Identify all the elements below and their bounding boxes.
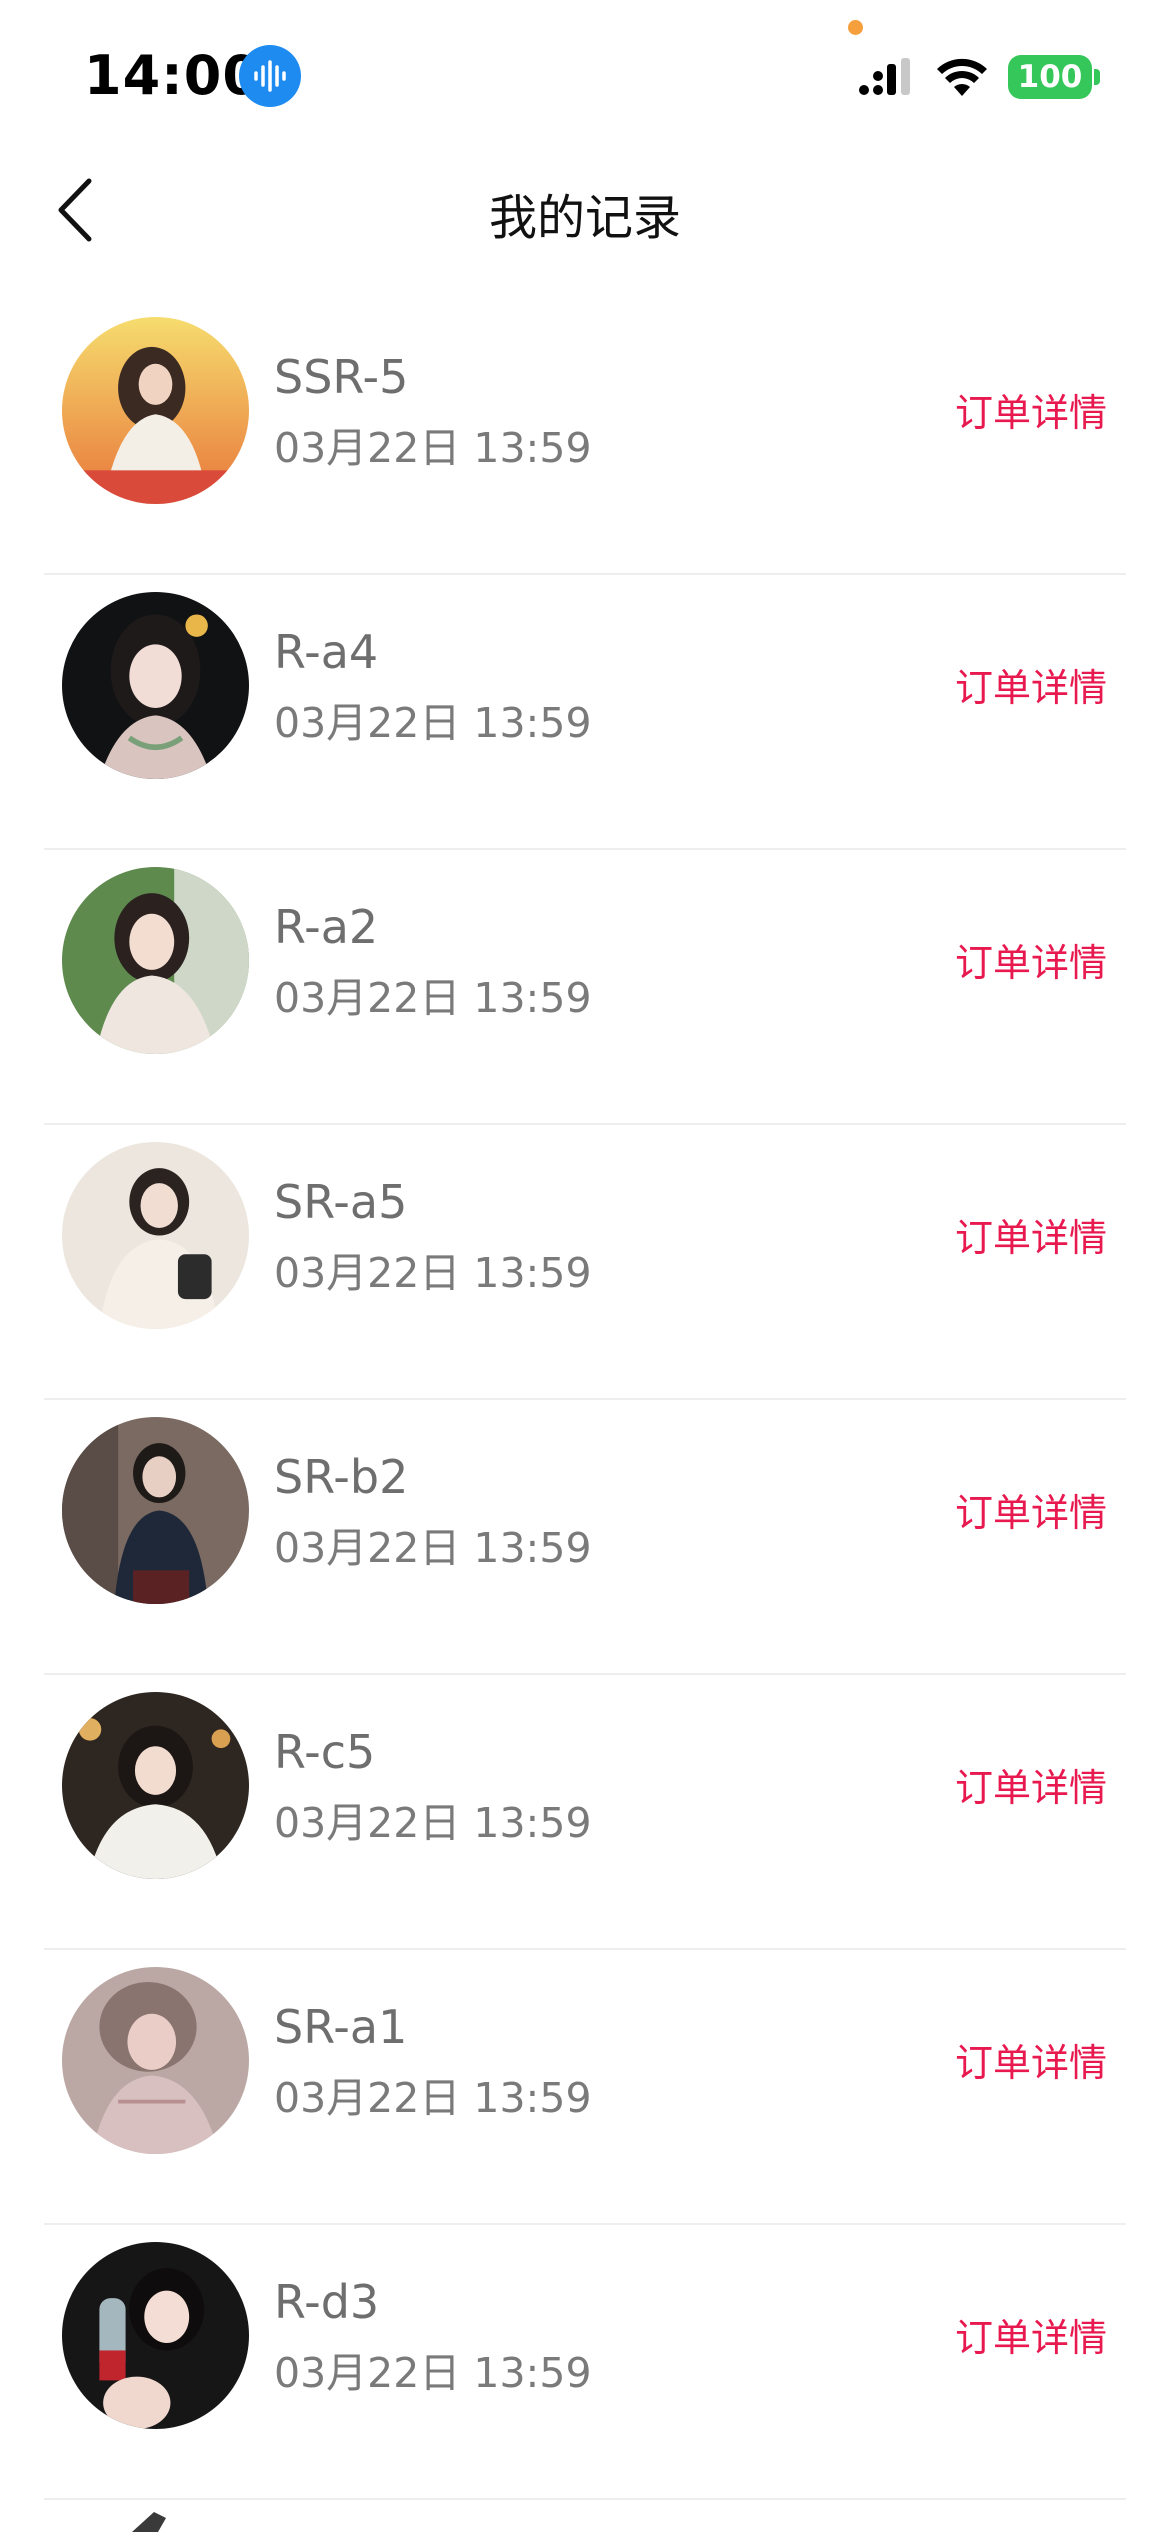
record-name: R-a4: [274, 625, 379, 679]
voice-assistant-icon: [239, 45, 301, 107]
avatar: [62, 2242, 249, 2429]
order-detail-link[interactable]: 订单详情: [955, 1207, 1107, 1262]
wifi-icon: [935, 56, 989, 98]
record-name: SR-a5: [274, 1175, 408, 1229]
avatar: [62, 1417, 249, 1604]
record-time: 03月22日 13:59: [274, 2074, 592, 2122]
avatar: [62, 1142, 249, 1329]
avatar: [62, 1967, 249, 2154]
nav-bar: 我的记录: [0, 150, 1170, 270]
list-item[interactable]: SR-a1 03月22日 13:59 订单详情: [0, 1950, 1170, 2225]
screen: 14:00 100 我的记录 SSR-5 03月22日 13:59 订单详情 R…: [0, 0, 1170, 2532]
record-time: 03月22日 13:59: [274, 424, 592, 472]
order-detail-link[interactable]: 订单详情: [955, 1482, 1107, 1537]
avatar: [62, 317, 249, 504]
order-detail-link[interactable]: 订单详情: [955, 657, 1107, 712]
divider: [44, 2498, 1126, 2500]
page-title: 我的记录: [488, 190, 681, 246]
privacy-indicator-dot: [848, 20, 863, 35]
record-name: SR-a1: [274, 2000, 408, 2054]
status-time: 14:00: [84, 44, 261, 107]
list-item[interactable]: R-d3 03月22日 13:59 订单详情: [0, 2225, 1170, 2500]
avatar: [62, 1692, 249, 1879]
signal-icon: [856, 58, 916, 98]
avatar: [62, 867, 249, 1054]
order-detail-link[interactable]: 订单详情: [955, 2307, 1107, 2362]
avatar: [62, 592, 249, 779]
battery-icon: 100: [1008, 55, 1092, 99]
record-time: 03月22日 13:59: [274, 699, 592, 747]
order-detail-link[interactable]: 订单详情: [955, 2032, 1107, 2087]
list-item[interactable]: SR-a5 03月22日 13:59 订单详情: [0, 1125, 1170, 1400]
record-name: SR-b2: [274, 1450, 409, 1504]
chevron-left-icon: [58, 178, 92, 242]
record-list: SSR-5 03月22日 13:59 订单详情 R-a4 03月22日 13:5…: [0, 300, 1170, 2500]
record-name: R-a2: [274, 900, 379, 954]
record-name: SSR-5: [274, 350, 409, 404]
record-time: 03月22日 13:59: [274, 1799, 592, 1847]
battery-tip: [1094, 69, 1100, 85]
order-detail-link[interactable]: 订单详情: [955, 382, 1107, 437]
record-name: R-d3: [274, 2275, 380, 2329]
list-item[interactable]: R-a2 03月22日 13:59 订单详情: [0, 850, 1170, 1125]
status-bar: 14:00 100: [0, 0, 1170, 150]
list-item[interactable]: SSR-5 03月22日 13:59 订单详情: [0, 300, 1170, 575]
partial-avatar: [62, 2510, 249, 2532]
battery-level: 100: [1017, 59, 1083, 95]
order-detail-link[interactable]: 订单详情: [955, 1757, 1107, 1812]
record-name: R-c5: [274, 1725, 376, 1779]
record-time: 03月22日 13:59: [274, 1249, 592, 1297]
list-item[interactable]: R-a4 03月22日 13:59 订单详情: [0, 575, 1170, 850]
record-time: 03月22日 13:59: [274, 1524, 592, 1572]
list-item[interactable]: R-c5 03月22日 13:59 订单详情: [0, 1675, 1170, 1950]
order-detail-link[interactable]: 订单详情: [955, 932, 1107, 987]
back-button[interactable]: [40, 170, 110, 250]
record-time: 03月22日 13:59: [274, 974, 592, 1022]
list-item[interactable]: SR-b2 03月22日 13:59 订单详情: [0, 1400, 1170, 1675]
record-time: 03月22日 13:59: [274, 2349, 592, 2397]
